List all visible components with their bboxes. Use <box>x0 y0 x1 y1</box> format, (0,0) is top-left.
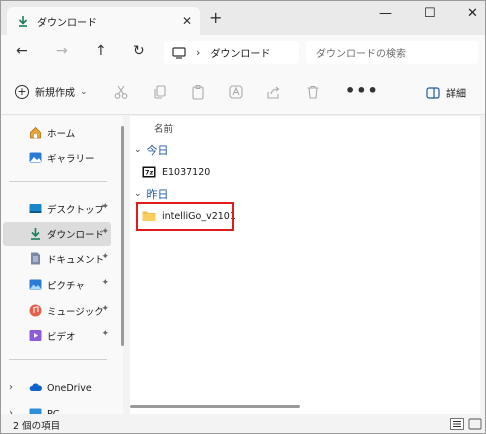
sidebar-item-label: ミュージック <box>47 307 104 318</box>
download-icon <box>31 228 40 240</box>
tab-close-icon[interactable]: ✕ <box>182 14 192 28</box>
chevron-down-icon: ⌄ <box>134 189 142 199</box>
sidebar-item-videos[interactable]: ビデオ ✦ <box>3 324 111 348</box>
group-label: 昨日 <box>146 188 169 201</box>
sidebar-item-onedrive[interactable]: OneDrive <box>3 376 111 400</box>
paste-icon[interactable] <box>190 84 206 100</box>
back-button[interactable]: ← <box>16 44 28 58</box>
pin-icon[interactable]: ✦ <box>101 202 109 212</box>
sidebar-item-label: ビデオ <box>47 332 76 343</box>
details-button[interactable]: 詳細 <box>426 85 466 100</box>
copy-icon[interactable] <box>152 84 168 100</box>
forward-button[interactable]: → <box>56 44 68 58</box>
onedrive-icon <box>29 383 42 391</box>
pictures-icon <box>29 279 42 290</box>
address-path[interactable]: ダウンロード <box>210 45 270 60</box>
navigation-bar: ← → ↑ ↻ › ダウンロード ダウンロードの検索 <box>1 35 485 69</box>
minimize-button[interactable]: — <box>379 6 392 21</box>
sidebar-item-label: デスクトップ <box>47 205 105 216</box>
sidebar-item-documents[interactable]: ドキュメント ✦ <box>3 247 111 271</box>
sidebar-item-label: ピクチャ <box>47 281 85 292</box>
sidebar-item-downloads[interactable]: ダウンロード ✦ <box>3 222 111 246</box>
search-placeholder: ダウンロードの検索 <box>316 49 406 60</box>
sidebar-item-gallery[interactable]: ギャラリー <box>3 146 111 170</box>
sidebar-item-label: ホーム <box>47 129 76 140</box>
archive-7z-icon: 7z <box>142 166 156 178</box>
video-icon <box>29 330 42 341</box>
sidebar-item-desktop[interactable]: デスクトップ ✦ <box>3 197 111 221</box>
documents-icon <box>31 252 40 265</box>
file-name: E1037120 <box>162 166 211 178</box>
list-item[interactable]: 7z E1037120 <box>142 161 210 183</box>
status-bar: 2 個の項目 <box>1 414 485 433</box>
sidebar-scrollbar[interactable] <box>121 126 124 346</box>
chevron-down-icon: ⌄ <box>134 145 142 155</box>
close-window-button[interactable]: ✕ <box>467 6 478 21</box>
sidebar-item-label: OneDrive <box>47 382 92 394</box>
delete-icon[interactable] <box>305 84 321 100</box>
address-bar[interactable]: › ダウンロード <box>164 41 299 64</box>
cut-icon[interactable] <box>113 84 129 100</box>
refresh-button[interactable]: ↻ <box>133 44 145 58</box>
computer-icon <box>172 46 186 59</box>
home-icon <box>30 126 41 139</box>
plus-icon: + <box>15 84 29 99</box>
selection-highlight-box <box>136 202 234 231</box>
share-icon[interactable] <box>266 84 282 100</box>
group-header-yesterday[interactable]: ⌄ 昨日 <box>134 186 169 202</box>
sidebar-item-label: ダウンロード <box>47 230 105 241</box>
details-view-icon[interactable] <box>450 418 464 430</box>
sidebar-item-pictures[interactable]: ピクチャ ✦ <box>3 273 111 297</box>
file-list: 名前 ⌄ 今日 7z E1037120 ⌄ 昨日 intelliGo_v2101 <box>130 116 480 414</box>
group-label: 今日 <box>146 144 169 157</box>
thumbnail-view-icon[interactable] <box>468 418 482 430</box>
sidebar-item-music[interactable]: ミュージック ✦ <box>3 299 111 323</box>
pin-icon[interactable]: ✦ <box>101 304 109 314</box>
download-icon <box>18 16 28 27</box>
maximize-button[interactable]: ☐ <box>424 6 436 21</box>
tab-downloads[interactable]: ダウンロード ✕ <box>7 7 200 35</box>
command-bar: + 新規作成 ⌄ ••• 詳細 <box>1 69 485 115</box>
sidebar-item-home[interactable]: ホーム <box>3 121 111 145</box>
pin-icon[interactable]: ✦ <box>101 252 109 262</box>
navigation-pane: ホーム ギャラリー デスクトップ ✦ ダウンロード ✦ ドキュメント ✦ ピクチ… <box>1 116 123 420</box>
group-header-today[interactable]: ⌄ 今日 <box>134 142 169 158</box>
new-button-label: 新規作成 <box>35 88 75 99</box>
column-header-name[interactable]: 名前 <box>154 121 173 135</box>
chevron-down-icon: ⌄ <box>80 86 88 97</box>
up-button[interactable]: ↑ <box>95 44 107 58</box>
search-input[interactable]: ダウンロードの検索 <box>306 41 478 64</box>
pin-icon[interactable]: ✦ <box>101 329 109 339</box>
music-icon <box>29 304 42 317</box>
separator <box>9 181 107 182</box>
more-options-button[interactable]: ••• <box>345 81 379 100</box>
item-count: 2 個の項目 <box>13 420 61 432</box>
rename-icon[interactable] <box>228 84 244 100</box>
title-bar: ダウンロード ✕ + — ☐ ✕ <box>1 1 485 35</box>
tab-title: ダウンロード <box>37 17 97 29</box>
pin-icon[interactable]: ✦ <box>101 278 109 288</box>
gallery-icon <box>29 152 42 163</box>
horizontal-scrollbar[interactable] <box>130 405 300 408</box>
separator <box>9 359 107 360</box>
new-button[interactable]: + 新規作成 ⌄ <box>15 84 88 99</box>
sidebar-item-label: ドキュメント <box>47 255 105 266</box>
file-explorer-window: ダウンロード ✕ + — ☐ ✕ ← → ↑ ↻ › ダウンロード ダウンロード… <box>0 0 486 434</box>
pin-icon[interactable]: ✦ <box>101 227 109 237</box>
sidebar-item-label: ギャラリー <box>47 154 95 165</box>
desktop-icon <box>29 204 42 213</box>
new-tab-button[interactable]: + <box>209 10 222 26</box>
address-chevron-icon[interactable]: › <box>196 46 200 59</box>
details-pane-icon <box>426 86 440 99</box>
details-label: 詳細 <box>446 89 466 100</box>
svg-text:7z: 7z <box>145 169 154 177</box>
